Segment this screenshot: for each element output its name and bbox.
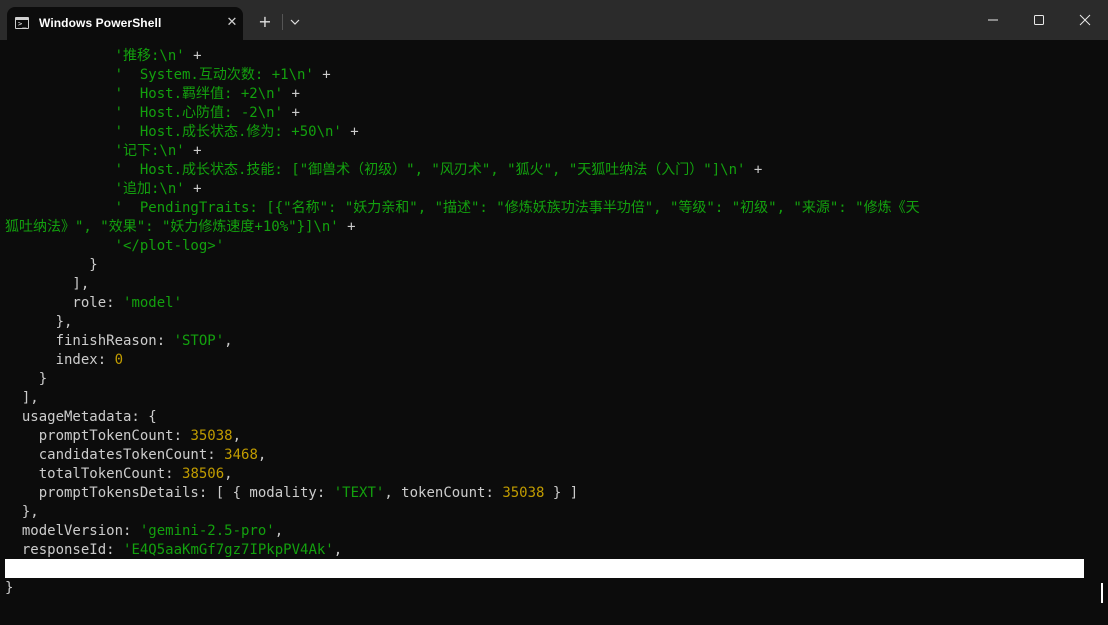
number-token: 0 bbox=[114, 352, 124, 368]
plain-token: + bbox=[341, 124, 359, 140]
plain-token: , bbox=[333, 542, 343, 558]
title-bar: >_ Windows PowerShell ✕ + bbox=[0, 0, 1108, 40]
string-token: 狐吐纳法》", "效果": "妖力修炼速度+10%"}]\n' bbox=[5, 219, 339, 235]
terminal-line: promptTokenCount: 35038, bbox=[5, 427, 1090, 446]
terminal-line: ' Host.心防值: -2\n' + bbox=[5, 104, 1090, 123]
string-token: 'E4Q5aaKmGf7gz7IPkpPV4Ak' bbox=[123, 542, 334, 558]
number-token: 38506 bbox=[182, 466, 225, 482]
terminal-line: ' PendingTraits: [{"名称": "妖力亲和", "描述": "… bbox=[5, 199, 1090, 218]
plain-token: , bbox=[274, 523, 284, 539]
plain-token: + bbox=[283, 86, 300, 102]
plain-token: }, bbox=[5, 504, 39, 520]
tab-windows-powershell[interactable]: >_ Windows PowerShell ✕ bbox=[7, 7, 243, 40]
terminal-line: promptTokensDetails: [ { modality: 'TEXT… bbox=[5, 484, 1090, 503]
terminal-input-line[interactable] bbox=[5, 559, 1084, 578]
plain-token: , bbox=[257, 447, 267, 463]
string-token: '追加:\n' bbox=[5, 181, 185, 197]
terminal-line: ' Host.成长状态.技能: ["御兽术（初级）", "风刃术", "狐火",… bbox=[5, 161, 1090, 180]
close-tab-icon[interactable]: ✕ bbox=[224, 15, 240, 31]
string-token: 'model' bbox=[123, 295, 183, 311]
string-token: ' Host.心防值: -2\n' bbox=[5, 105, 284, 121]
plain-token: + bbox=[184, 143, 202, 159]
string-token: 'TEXT' bbox=[333, 485, 385, 501]
terminal-line: role: 'model' bbox=[5, 294, 1090, 313]
plain-token: , bbox=[224, 466, 233, 482]
string-token: '推移:\n' bbox=[5, 48, 185, 64]
plain-token: responseId: bbox=[5, 542, 124, 558]
tab-separator bbox=[282, 14, 283, 30]
terminal-line: modelVersion: 'gemini-2.5-pro', bbox=[5, 522, 1090, 541]
plain-token: + bbox=[338, 219, 356, 235]
plain-token: finishReason: bbox=[5, 333, 174, 349]
terminal-line: }, bbox=[5, 503, 1090, 522]
scrollbar-thumb[interactable] bbox=[1101, 583, 1103, 603]
powershell-icon: >_ bbox=[15, 17, 29, 29]
terminal-line: ], bbox=[5, 275, 1090, 294]
string-token: ' Host.成长状态.技能: ["御兽术（初级）", "风刃术", "狐火",… bbox=[5, 162, 746, 178]
plain-token: totalTokenCount: bbox=[5, 466, 183, 482]
terminal-line: '追加:\n' + bbox=[5, 180, 1090, 199]
chevron-down-icon[interactable] bbox=[286, 12, 304, 32]
string-token: ' Host.羁绊值: +2\n' bbox=[5, 86, 284, 102]
terminal-line: finishReason: 'STOP', bbox=[5, 332, 1090, 351]
string-token: ' PendingTraits: [{"名称": "妖力亲和", "描述": "… bbox=[5, 200, 920, 216]
plain-token: + bbox=[745, 162, 763, 178]
terminal-line: } bbox=[5, 579, 1090, 598]
number-token: 35038 bbox=[502, 485, 545, 501]
string-token: 'STOP' bbox=[173, 333, 225, 349]
terminal-line: responseId: 'E4Q5aaKmGf7gz7IPkpPV4Ak', bbox=[5, 541, 1090, 560]
plain-token: } ] bbox=[544, 485, 579, 501]
new-tab-button[interactable]: + bbox=[255, 12, 275, 32]
plain-token: , tokenCount: bbox=[384, 485, 503, 501]
terminal-line: ' Host.羁绊值: +2\n' + bbox=[5, 85, 1090, 104]
terminal-line: usageMetadata: { bbox=[5, 408, 1090, 427]
string-token: '记下:\n' bbox=[5, 143, 185, 159]
terminal-line: ' Host.成长状态.修为: +50\n' + bbox=[5, 123, 1090, 142]
terminal-line: candidatesTokenCount: 3468, bbox=[5, 446, 1090, 465]
number-token: 35038 bbox=[190, 428, 233, 444]
minimize-icon[interactable] bbox=[970, 0, 1016, 40]
terminal-line: } bbox=[5, 370, 1090, 389]
plain-token: , bbox=[232, 428, 242, 444]
terminal-line: }, bbox=[5, 313, 1090, 332]
terminal-lines: '推移:\n' + ' System.互动次数: +1\n' + ' Host.… bbox=[5, 47, 1090, 598]
terminal-line: totalTokenCount: 38506, bbox=[5, 465, 1090, 484]
plain-token: ], bbox=[5, 390, 39, 406]
terminal-line: '推移:\n' + bbox=[5, 47, 1090, 66]
plain-token: usageMetadata: { bbox=[5, 409, 157, 425]
string-token: '</plot-log>' bbox=[5, 238, 225, 254]
plain-token: + bbox=[283, 105, 300, 121]
plain-token: + bbox=[184, 181, 202, 197]
number-token: 3468 bbox=[224, 447, 258, 463]
string-token: ' Host.成长状态.修为: +50\n' bbox=[5, 124, 342, 140]
plain-token: , bbox=[224, 333, 233, 349]
terminal-line: '</plot-log>' bbox=[5, 237, 1090, 256]
maximize-icon[interactable] bbox=[1016, 0, 1062, 40]
terminal-line: ' System.互动次数: +1\n' + bbox=[5, 66, 1090, 85]
plain-token: modelVersion: bbox=[5, 523, 140, 539]
tab-title: Windows PowerShell bbox=[39, 16, 162, 30]
plain-token: + bbox=[313, 67, 331, 83]
string-token: ' System.互动次数: +1\n' bbox=[5, 67, 314, 83]
plain-token: promptTokenCount: bbox=[5, 428, 191, 444]
terminal-line: 狐吐纳法》", "效果": "妖力修炼速度+10%"}]\n' + bbox=[5, 218, 1090, 237]
plain-token: candidatesTokenCount: bbox=[5, 447, 225, 463]
terminal-output[interactable]: '推移:\n' + ' System.互动次数: +1\n' + ' Host.… bbox=[0, 40, 1108, 625]
terminal-line: '记下:\n' + bbox=[5, 142, 1090, 161]
plain-token: ], bbox=[5, 276, 90, 292]
terminal-line: index: 0 bbox=[5, 351, 1090, 370]
plain-token: } bbox=[5, 257, 98, 273]
plain-token: index: bbox=[5, 352, 115, 368]
plain-token: role: bbox=[5, 295, 124, 311]
plain-token: promptTokensDetails: [ { modality: bbox=[5, 485, 334, 501]
close-icon[interactable] bbox=[1062, 0, 1108, 40]
plain-token: } bbox=[5, 371, 48, 387]
powershell-icon-glyph: >_ bbox=[18, 20, 27, 28]
terminal-line: } bbox=[5, 256, 1090, 275]
terminal-line: ], bbox=[5, 389, 1090, 408]
plain-token: }, bbox=[5, 314, 73, 330]
plain-token: + bbox=[184, 48, 202, 64]
plain-token: } bbox=[5, 580, 14, 596]
string-token: 'gemini-2.5-pro' bbox=[139, 523, 275, 539]
